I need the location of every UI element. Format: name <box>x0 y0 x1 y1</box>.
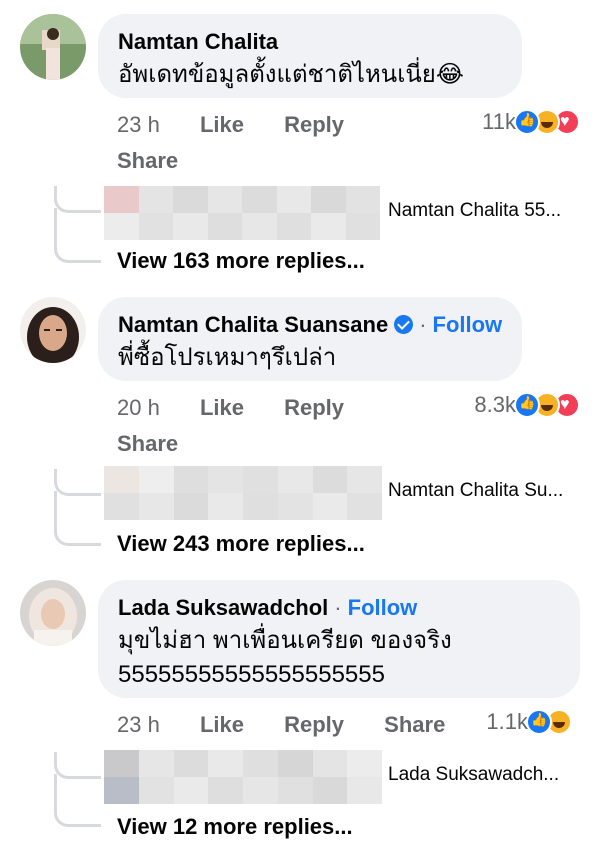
comment-text: พี่ซื้อโปรเหมาๆรึเปล่า <box>118 344 337 371</box>
like-button[interactable]: Like <box>200 712 244 738</box>
like-icon <box>514 109 540 135</box>
view-more-replies-link[interactable]: View 243 more replies... <box>117 531 365 557</box>
reaction-summary[interactable]: 8.3k <box>474 392 580 418</box>
avatar[interactable] <box>20 14 86 80</box>
avatar[interactable] <box>20 580 86 646</box>
reaction-summary[interactable]: 11k <box>482 109 580 135</box>
comment-author[interactable]: Namtan Chalita <box>118 28 502 56</box>
view-more-replies-link[interactable]: View 12 more replies... <box>117 814 353 840</box>
comment-author[interactable]: Namtan Chalita Suansane <box>118 312 388 337</box>
reply-button[interactable]: Reply <box>284 712 344 738</box>
reaction-count: 11k <box>482 109 516 134</box>
comment-2: Namtan Chalita Suansane · Follow พี่ซื้อโป… <box>0 283 600 573</box>
view-more-replies-link[interactable]: View 163 more replies... <box>117 248 365 274</box>
comment-actions: 23 h Like Reply Share <box>117 112 344 174</box>
comment-bubble: Namtan Chalita Suansane · Follow พี่ซื้อโป… <box>98 297 522 381</box>
comment-1: Namtan Chalita อัพเดทข้อมูลตั้งแต่ชาติไห… <box>0 0 600 290</box>
comment-actions: 23 h Like Reply Share <box>117 712 445 738</box>
comment-author-line: Lada Suksawadchol · Follow <box>118 594 560 622</box>
comment-author-line: Namtan Chalita Suansane · Follow <box>118 311 502 339</box>
comment-author[interactable]: Lada Suksawadchol <box>118 595 328 620</box>
comment-timestamp[interactable]: 23 h <box>117 112 160 138</box>
like-button[interactable]: Like <box>200 395 244 421</box>
comment-bubble: Namtan Chalita อัพเดทข้อมูลตั้งแต่ชาติไห… <box>98 14 522 98</box>
avatar[interactable] <box>20 297 86 363</box>
comment-3: Lada Suksawadchol · Follow มุขไม่ฮา พาเพื่… <box>0 566 600 853</box>
share-button[interactable]: Share <box>384 712 445 738</box>
blurred-reply-content <box>104 466 382 520</box>
comment-timestamp[interactable]: 23 h <box>117 712 160 738</box>
reaction-summary[interactable]: 1.1k <box>486 709 572 735</box>
thread-connector <box>54 208 101 263</box>
share-button[interactable]: Share <box>117 431 178 457</box>
like-icon <box>526 709 552 735</box>
comment-actions: 20 h Like Reply Share <box>117 395 344 457</box>
comment-timestamp[interactable]: 20 h <box>117 395 160 421</box>
follow-button[interactable]: Follow <box>433 312 503 337</box>
reaction-count: 1.1k <box>486 709 528 734</box>
comment-text: มุขไม่ฮา พาเพื่อนเครียด ของจริง 55555555… <box>118 627 452 688</box>
separator-dot: · <box>419 312 427 337</box>
reply-button[interactable]: Reply <box>284 395 344 421</box>
reply-preview[interactable]: Lada Suksawadch... <box>104 750 600 804</box>
thread-connector <box>54 491 101 546</box>
verified-badge-icon <box>394 315 414 334</box>
reply-preview-author: Lada Suksawadch... <box>388 764 560 785</box>
share-button[interactable]: Share <box>117 148 178 174</box>
blurred-reply-content <box>104 750 382 804</box>
reaction-count: 8.3k <box>474 392 516 417</box>
reply-preview[interactable]: Namtan Chalita 55... <box>104 186 600 240</box>
reply-button[interactable]: Reply <box>284 112 344 138</box>
comment-bubble: Lada Suksawadchol · Follow มุขไม่ฮา พาเพื่… <box>98 580 580 698</box>
thread-connector <box>54 774 101 827</box>
follow-button[interactable]: Follow <box>348 595 418 620</box>
like-button[interactable]: Like <box>200 112 244 138</box>
blurred-reply-content <box>104 186 380 240</box>
reply-preview-author: Namtan Chalita 55... <box>388 200 562 221</box>
like-icon <box>514 392 540 418</box>
separator-dot: · <box>334 595 342 620</box>
comment-text: อัพเดทข้อมูลตั้งแต่ชาติไหนเนี่ย😂 <box>118 61 464 88</box>
reply-preview-author: Namtan Chalita Su... <box>388 480 564 501</box>
reply-preview[interactable]: Namtan Chalita Su... <box>104 466 600 520</box>
